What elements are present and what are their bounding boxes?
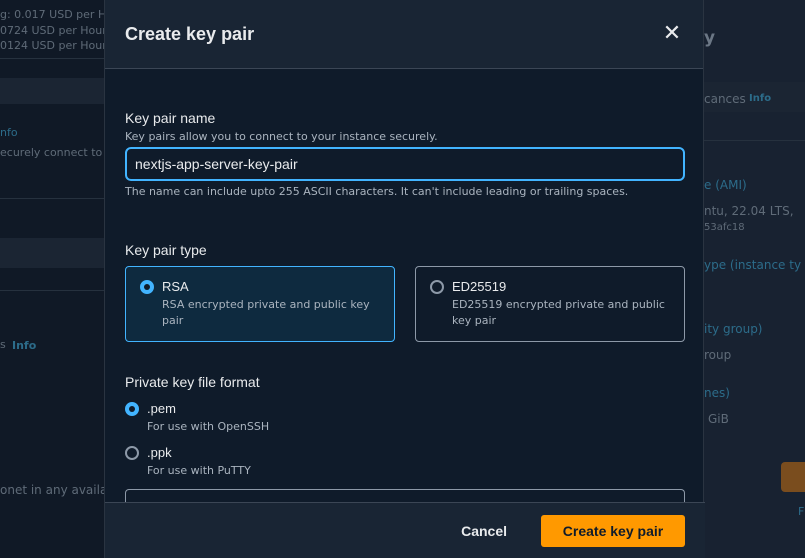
ppk-description: For use with PuTTY (147, 464, 251, 477)
key-pair-name-constraint: The name can include upto 255 ASCII char… (125, 185, 629, 198)
rsa-radio[interactable] (140, 280, 154, 294)
bg-divider (704, 140, 805, 141)
create-key-pair-button[interactable]: Create key pair (541, 514, 685, 547)
ppk-radio[interactable] (125, 446, 139, 460)
modal-footer: Cancel Create key pair (105, 502, 705, 558)
key-pair-name-description: Key pairs allow you to connect to your i… (125, 130, 438, 143)
bg-divider (0, 58, 104, 59)
pem-radio[interactable] (125, 402, 139, 416)
bg-right-text: cances (704, 92, 746, 106)
bg-right-link: ity group) (704, 322, 763, 336)
bg-right-text: 53afc18 (704, 222, 745, 233)
bg-left-text: onet in any availa (0, 483, 108, 497)
bg-launch-button (781, 462, 805, 492)
bg-band (0, 238, 104, 268)
bg-right-link: nes) (704, 386, 730, 400)
bg-left-text: s (0, 338, 6, 351)
ppk-label: .ppk (147, 445, 172, 460)
rsa-title: RSA (162, 279, 189, 294)
bg-left-text: 0724 USD per Hour (0, 24, 107, 37)
close-icon[interactable]: ✕ (661, 23, 683, 45)
pem-label: .pem (147, 401, 176, 416)
key-pair-name-section: Key pair name Key pairs allow you to con… (125, 110, 685, 198)
bg-right-link: F (798, 505, 805, 518)
ed25519-description: ED25519 encrypted private and public key… (452, 298, 665, 327)
file-format-ppk-option[interactable]: .ppk For use with PuTTY (125, 445, 269, 477)
bg-right-title: y (704, 28, 716, 48)
bg-right-link: e (AMI) (704, 178, 747, 192)
bg-left-link: Info (12, 339, 37, 352)
bg-band (0, 78, 104, 104)
bg-left-text: 0124 USD per Hour (0, 39, 107, 52)
modal-body: Key pair name Key pairs allow you to con… (105, 69, 705, 502)
key-pair-type-label: Key pair type (125, 242, 207, 258)
bg-right-text: ntu, 22.04 LTS, (704, 204, 794, 218)
create-key-pair-modal: Create key pair ✕ Key pair name Key pair… (104, 0, 705, 558)
bg-left-text: g: 0.017 USD per Ho (0, 8, 113, 21)
bg-right-link: ype (instance ty (704, 258, 802, 272)
cancel-button[interactable]: Cancel (461, 523, 507, 539)
key-pair-name-label: Key pair name (125, 110, 216, 126)
bg-divider (0, 290, 104, 291)
key-pair-name-input[interactable]: nextjs-app-server-key-pair (125, 147, 685, 181)
key-pair-type-section: Key pair type RSA RSA encrypted private … (125, 242, 685, 342)
pem-description: For use with OpenSSH (147, 420, 270, 433)
modal-title: Create key pair (125, 23, 255, 44)
bg-right-text: GiB (708, 412, 729, 426)
modal-header: Create key pair ✕ (105, 0, 703, 69)
ed25519-title: ED25519 (452, 279, 507, 294)
bg-left-link: nfo (0, 126, 18, 139)
rsa-description: RSA encrypted private and public key pai… (162, 298, 370, 327)
file-format-pem-option[interactable]: .pem For use with OpenSSH (125, 401, 269, 433)
tags-section-partial (125, 489, 685, 502)
file-format-section: Private key file format .pem For use wit… (125, 374, 269, 477)
file-format-label: Private key file format (125, 374, 260, 390)
key-type-ed25519-tile[interactable]: ED25519 ED25519 encrypted private and pu… (415, 266, 685, 342)
bg-right-link: Info (749, 93, 772, 104)
key-type-rsa-tile[interactable]: RSA RSA encrypted private and public key… (125, 266, 395, 342)
key-pair-type-options: RSA RSA encrypted private and public key… (125, 266, 685, 342)
ed25519-radio[interactable] (430, 280, 444, 294)
bg-right-text: roup (704, 348, 732, 362)
bg-left-text: ecurely connect to y (0, 146, 113, 159)
bg-divider (0, 198, 104, 199)
background-left-panel: g: 0.017 USD per Ho 0724 USD per Hour 01… (0, 0, 113, 558)
